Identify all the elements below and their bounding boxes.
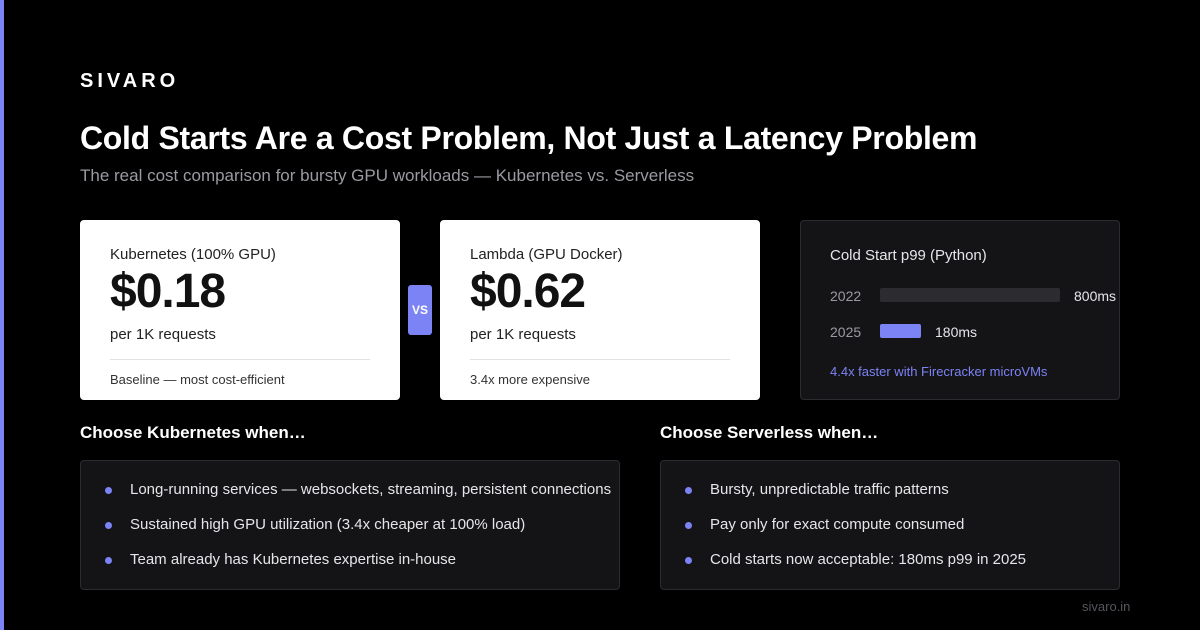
lambda-card-price: $0.62 [470, 265, 586, 318]
lambda-card-note: 3.4x more expensive [470, 372, 590, 387]
list-item-text: Pay only for exact compute consumed [710, 516, 965, 533]
cold-start-year: 2025 [830, 324, 862, 340]
cold-start-bar [880, 288, 1060, 302]
list-item-text: Long-running services — websockets, stre… [130, 481, 612, 498]
bullet-dot-icon [685, 522, 692, 529]
lambda-card-label: Lambda (GPU Docker) [470, 246, 623, 263]
choose-serverless-heading: Choose Serverless when… [660, 423, 879, 442]
kubernetes-card-price: $0.18 [110, 265, 226, 318]
bullet-dot-icon [685, 557, 692, 564]
bullet-dot-icon [105, 487, 112, 494]
bullet-dot-icon [105, 522, 112, 529]
bullet-dot-icon [685, 487, 692, 494]
brand-logo: SIVARO [80, 70, 180, 92]
bullet-dot-icon [105, 557, 112, 564]
lambda-price-card: Lambda (GPU Docker) $0.62 per 1K request… [440, 220, 760, 400]
page-subtitle: The real cost comparison for bursty GPU … [80, 166, 695, 185]
cold-start-row-2022: 2022 800ms [830, 286, 1130, 306]
choose-kubernetes-list: Long-running services — websockets, stre… [80, 460, 620, 590]
kubernetes-card-unit: per 1K requests [110, 326, 216, 343]
list-item-text: Team already has Kubernetes expertise in… [130, 551, 457, 568]
lambda-card-unit: per 1K requests [470, 326, 576, 343]
choose-kubernetes-heading: Choose Kubernetes when… [80, 423, 306, 442]
accent-bar [0, 0, 4, 630]
footer-domain: sivaro.in [1082, 599, 1131, 614]
page-title: Cold Starts Are a Cost Problem, Not Just… [80, 120, 978, 156]
choose-serverless-list: Bursty, unpredictable traffic patterns P… [660, 460, 1120, 590]
list-item-text: Sustained high GPU utilization (3.4x che… [130, 516, 526, 533]
kubernetes-card-divider [110, 359, 370, 360]
cold-start-year: 2022 [830, 288, 862, 304]
kubernetes-price-card: Kubernetes (100% GPU) $0.18 per 1K reque… [80, 220, 400, 400]
kubernetes-card-note: Baseline — most cost-efficient [110, 372, 285, 387]
cold-start-row-2025: 2025 180ms [830, 322, 1130, 342]
cold-start-bar [880, 324, 921, 338]
list-item-text: Cold starts now acceptable: 180ms p99 in… [710, 551, 1027, 568]
cold-start-note: 4.4x faster with Firecracker microVMs [830, 364, 1048, 379]
kubernetes-card-label: Kubernetes (100% GPU) [110, 246, 276, 263]
lambda-card-divider [470, 359, 730, 360]
cold-start-value: 180ms [935, 324, 978, 340]
cold-start-card: Cold Start p99 (Python) 2022 800ms 2025 … [800, 220, 1120, 400]
list-item-text: Bursty, unpredictable traffic patterns [710, 481, 949, 498]
cold-start-value: 800ms [1074, 288, 1117, 304]
vs-badge: VS [408, 285, 432, 335]
cold-start-title: Cold Start p99 (Python) [830, 247, 987, 264]
